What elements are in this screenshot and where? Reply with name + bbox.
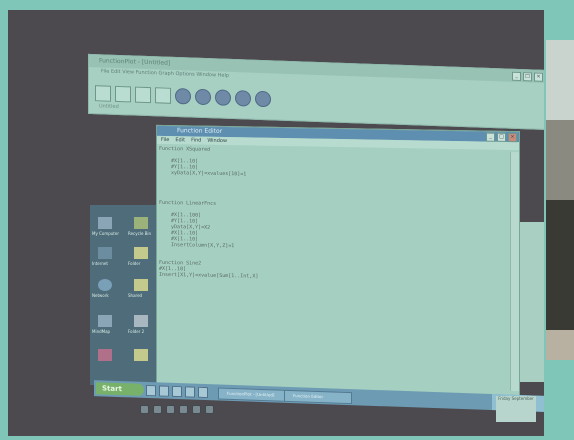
tray-icons-row bbox=[140, 405, 214, 414]
start-button[interactable]: Start bbox=[96, 382, 144, 396]
quick-launch bbox=[146, 384, 208, 399]
editor-scrollbar[interactable] bbox=[510, 152, 519, 392]
maximize-icon[interactable]: □ bbox=[497, 132, 506, 142]
taskbar-item-functionplot[interactable]: FunctionPlot - [Untitled] bbox=[218, 387, 288, 402]
desktop: My Computer Recycle Bin Internet Folder … bbox=[90, 205, 165, 385]
desktop-icon-label: MindMap bbox=[92, 329, 111, 334]
folder-icon[interactable] bbox=[134, 349, 148, 361]
computer-icon[interactable] bbox=[98, 217, 112, 229]
desktop-icon-label: Recycle Bin bbox=[128, 231, 152, 236]
desktop-icon-label: Internet bbox=[92, 261, 108, 266]
network-icon[interactable] bbox=[98, 279, 112, 291]
toolbar-edit-button[interactable] bbox=[135, 86, 151, 104]
desktop-icon-label: My Computer bbox=[92, 231, 119, 236]
photo-edge bbox=[546, 0, 574, 440]
tray-icon[interactable] bbox=[179, 405, 188, 414]
menu-window[interactable]: Window bbox=[207, 137, 227, 145]
quick-launch-icon[interactable] bbox=[159, 385, 169, 397]
desktop-icon-label: Shared bbox=[128, 293, 143, 298]
background-window-edge bbox=[520, 222, 544, 382]
toolbar-settings-button[interactable] bbox=[235, 90, 251, 107]
quick-launch-icon[interactable] bbox=[146, 384, 156, 397]
toolbar-table-button[interactable] bbox=[155, 87, 171, 104]
folder-icon[interactable] bbox=[134, 247, 148, 259]
editor-text-area[interactable]: Function XSquared #X[1..10] #Y[1..10] xy… bbox=[159, 146, 509, 391]
tray-icon[interactable] bbox=[205, 405, 214, 414]
toolbar-graph-button[interactable] bbox=[115, 85, 131, 103]
editor-window-controls: _ □ × bbox=[486, 132, 517, 143]
toolbar-plot-button[interactable] bbox=[175, 87, 191, 105]
maximize-icon[interactable]: □ bbox=[523, 72, 532, 82]
toolbar-function-button[interactable] bbox=[95, 85, 111, 102]
function-editor-window: Function Editor _ □ × File Edit Find Win… bbox=[156, 124, 520, 399]
toolbar-help-button[interactable] bbox=[255, 90, 271, 108]
menu-file[interactable]: File bbox=[161, 136, 169, 144]
app-status: Untitled bbox=[99, 103, 119, 111]
projected-screen: FunctionPlot - [Untitled] File Edit View… bbox=[8, 10, 544, 436]
quick-launch-icon[interactable] bbox=[185, 386, 195, 398]
toolbar-trace-button[interactable] bbox=[215, 89, 231, 106]
quick-launch-icon[interactable] bbox=[172, 385, 182, 398]
minimize-icon[interactable]: _ bbox=[486, 132, 495, 142]
desktop-icon-label: Folder 2 bbox=[128, 329, 145, 334]
tray-icon[interactable] bbox=[166, 405, 175, 414]
desktop-icon-label: Network bbox=[92, 293, 109, 298]
quick-launch-icon[interactable] bbox=[198, 386, 208, 399]
toolbar-zoom-button[interactable] bbox=[195, 88, 211, 106]
internet-icon[interactable] bbox=[98, 247, 112, 259]
minimize-icon[interactable]: _ bbox=[512, 71, 521, 82]
desktop-icon-label: Folder bbox=[128, 261, 141, 266]
folder-icon[interactable] bbox=[134, 279, 148, 291]
menu-find[interactable]: Find bbox=[191, 136, 201, 144]
close-icon[interactable]: × bbox=[534, 72, 543, 82]
tray-icon[interactable] bbox=[153, 405, 162, 414]
app-toolbar bbox=[95, 85, 271, 108]
tray-icon[interactable] bbox=[192, 405, 201, 414]
close-icon[interactable]: × bbox=[508, 132, 517, 143]
taskbar-item-function-editor[interactable]: Function Editor bbox=[284, 389, 352, 405]
app-icon[interactable] bbox=[134, 315, 148, 327]
clock-popup: Friday September bbox=[496, 396, 536, 422]
app-icon[interactable] bbox=[98, 315, 112, 327]
app-icon[interactable] bbox=[98, 349, 112, 361]
app-window: FunctionPlot - [Untitled] File Edit View… bbox=[88, 53, 544, 131]
menu-edit[interactable]: Edit bbox=[175, 136, 185, 144]
recycle-bin-icon[interactable] bbox=[134, 217, 148, 229]
app-window-controls: _ □ × bbox=[512, 71, 543, 82]
tray-icon[interactable] bbox=[140, 405, 149, 414]
